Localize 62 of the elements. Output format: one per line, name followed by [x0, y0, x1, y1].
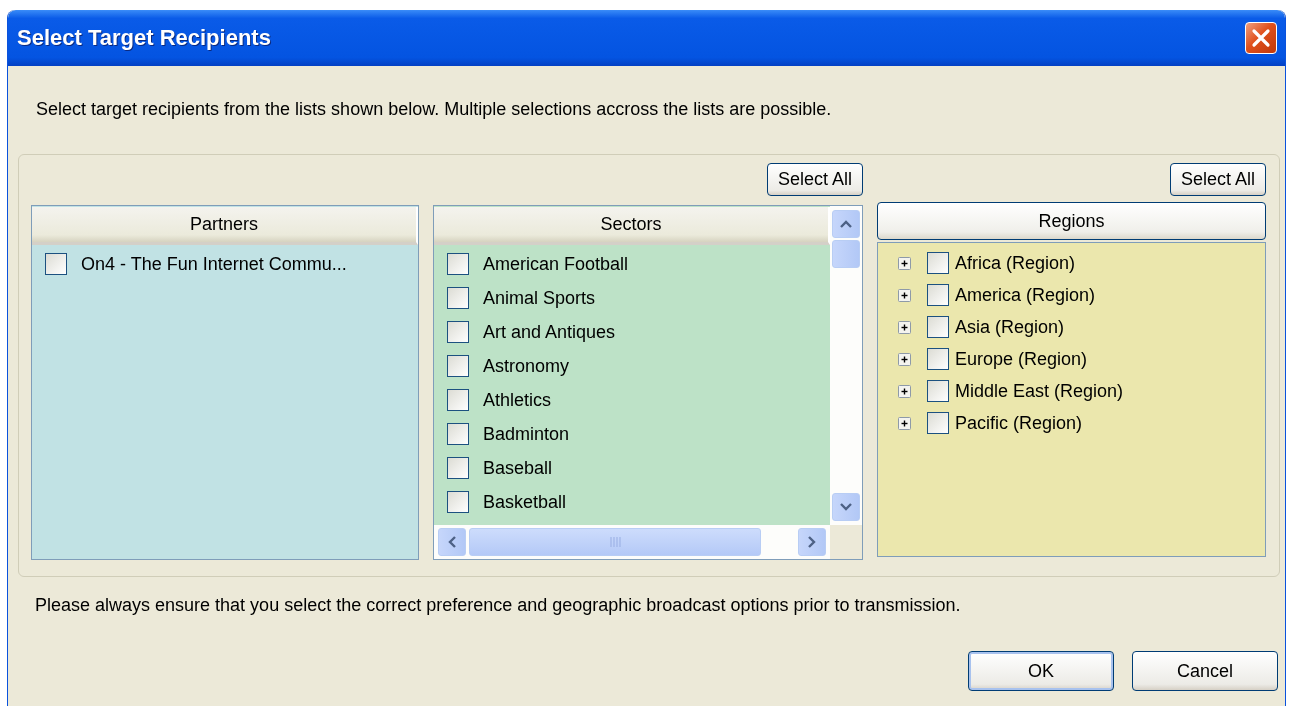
- select-all-button[interactable]: Select All: [1169, 163, 1266, 196]
- chevron-left-icon: [446, 534, 458, 550]
- scroll-thumb[interactable]: [469, 528, 761, 556]
- close-button[interactable]: [1245, 22, 1277, 54]
- checkbox[interactable]: [447, 491, 469, 513]
- checkbox[interactable]: [927, 412, 949, 434]
- checkbox[interactable]: [927, 348, 949, 370]
- checkbox[interactable]: [447, 253, 469, 275]
- list-item-label[interactable]: American Football: [483, 253, 629, 275]
- list-item-label[interactable]: Basketball: [483, 491, 567, 513]
- checkbox[interactable]: [45, 253, 67, 275]
- tree-item-label[interactable]: Pacific (Region): [955, 412, 1083, 434]
- expand-icon[interactable]: [898, 352, 911, 366]
- scroll-left-button[interactable]: [438, 528, 466, 556]
- expand-icon[interactable]: [898, 288, 911, 302]
- scroll-right-button[interactable]: [798, 528, 826, 556]
- column-header[interactable]: Sectors: [434, 207, 830, 245]
- expand-icon[interactable]: [898, 320, 911, 334]
- expand-icon[interactable]: [898, 256, 911, 270]
- expand-icon[interactable]: [898, 384, 911, 398]
- close-icon: [1250, 27, 1272, 49]
- list-item-label[interactable]: Baseball: [483, 457, 553, 479]
- horizontal-scrollbar[interactable]: [434, 525, 830, 559]
- checkbox[interactable]: [927, 284, 949, 306]
- note-text: Please always ensure that you select the correct preference and geographic broadcast options prior to transmission.: [34, 594, 962, 616]
- scroll-thumb[interactable]: [832, 240, 860, 268]
- tree-item-label[interactable]: America (Region): [955, 284, 1096, 306]
- list-item-label[interactable]: On4 - The Fun Internet Commu...: [81, 253, 347, 275]
- list-item-label[interactable]: Art and Antiques: [483, 321, 616, 343]
- column-header[interactable]: Partners: [32, 207, 418, 245]
- vertical-scrollbar[interactable]: [830, 206, 862, 525]
- list-item-label[interactable]: Badminton: [483, 423, 570, 445]
- select-all-button[interactable]: Select All: [766, 163, 863, 196]
- dialog-button[interactable]: OK: [968, 651, 1114, 691]
- column-header[interactable]: Regions: [877, 202, 1266, 240]
- checkbox[interactable]: [447, 389, 469, 411]
- checkbox[interactable]: [447, 287, 469, 309]
- tree-item-label[interactable]: Asia (Region): [955, 316, 1065, 338]
- list-item-label[interactable]: Astronomy: [483, 355, 570, 377]
- checkbox[interactable]: [447, 321, 469, 343]
- chevron-right-icon: [806, 534, 818, 550]
- grip-icon: [609, 535, 621, 549]
- instruction-text: Select target recipients from the lists shown below. Multiple selections accross the lists are possible.: [35, 98, 833, 121]
- scroll-down-button[interactable]: [832, 493, 860, 521]
- checkbox[interactable]: [927, 252, 949, 274]
- tree-item-label[interactable]: Europe (Region): [955, 348, 1088, 370]
- dialog-button[interactable]: Cancel: [1132, 651, 1278, 691]
- checkbox[interactable]: [927, 316, 949, 338]
- scroll-up-button[interactable]: [832, 210, 860, 238]
- window-title: Select Target Recipients: [17, 25, 272, 51]
- checkbox[interactable]: [447, 457, 469, 479]
- chevron-down-icon: [838, 501, 854, 513]
- tree-item-label[interactable]: Africa (Region): [955, 252, 1076, 274]
- expand-icon[interactable]: [898, 416, 911, 430]
- checkbox[interactable]: [927, 380, 949, 402]
- chevron-up-icon: [838, 218, 854, 230]
- checkbox[interactable]: [447, 423, 469, 445]
- list-item-label[interactable]: Athletics: [483, 389, 552, 411]
- tree-item-label[interactable]: Middle East (Region): [955, 380, 1124, 402]
- checkbox[interactable]: [447, 355, 469, 377]
- list-item-label[interactable]: Animal Sports: [483, 287, 596, 309]
- scrollbar-corner: [830, 525, 862, 559]
